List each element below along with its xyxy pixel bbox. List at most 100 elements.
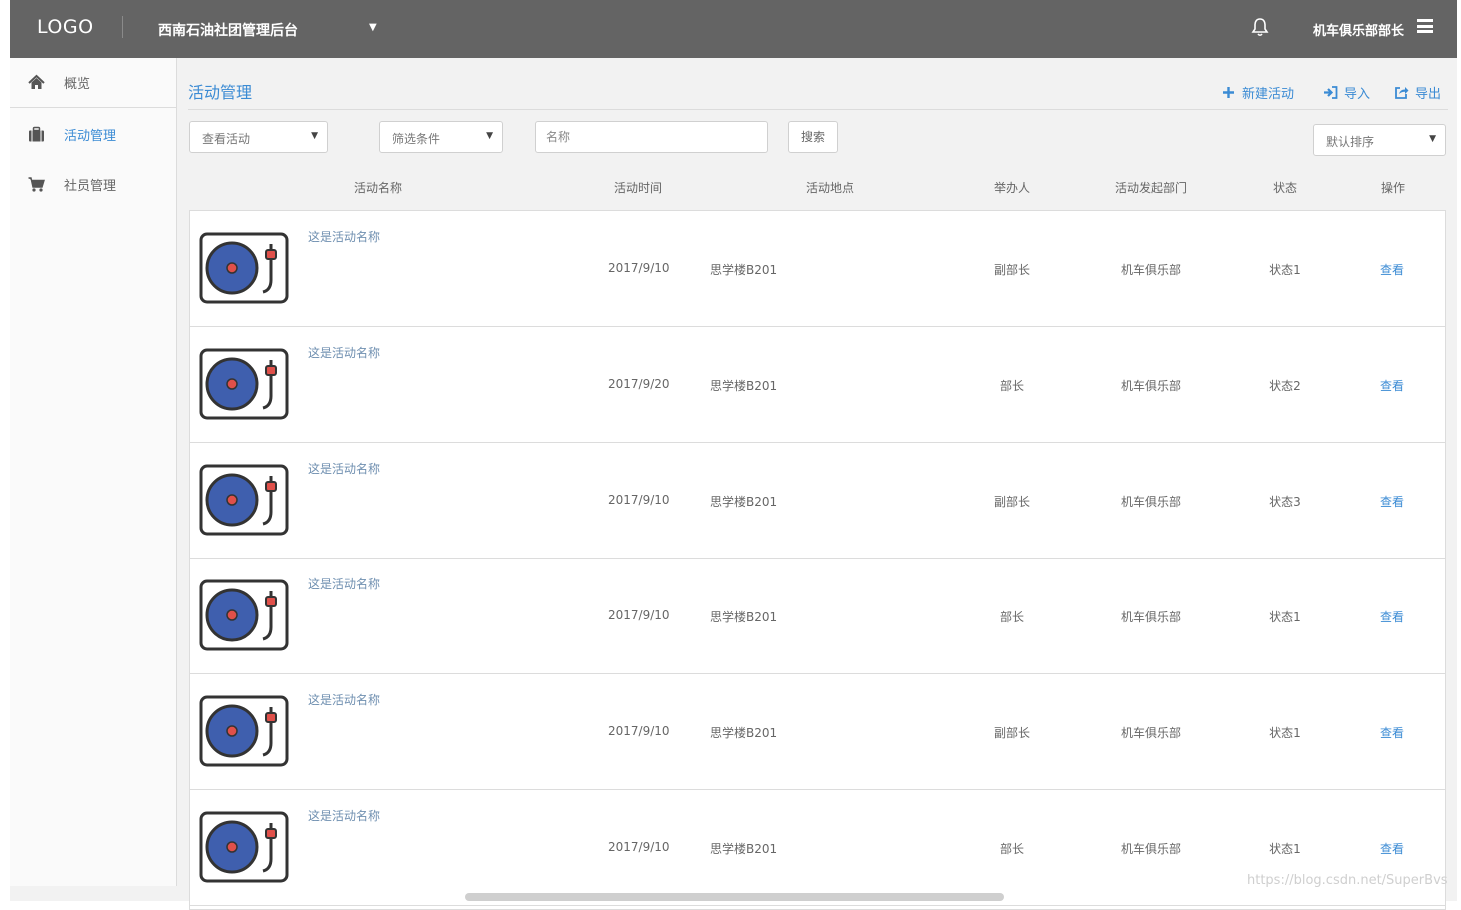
sort-select-value: 默认排序 xyxy=(1326,135,1375,149)
turntable-icon xyxy=(199,695,289,767)
turntable-icon xyxy=(199,348,289,420)
turntable-icon xyxy=(199,464,289,536)
view-link[interactable]: 查看 xyxy=(1380,377,1404,394)
activity-host: 副部长 xyxy=(993,495,1031,509)
app-title[interactable]: 西南石油社团管理后台 xyxy=(158,20,298,40)
activity-place: 思学楼B201 xyxy=(710,610,778,624)
activity-name[interactable]: 这是活动名称 xyxy=(308,691,380,708)
caret-down-icon: ▼ xyxy=(1429,134,1436,144)
activity-host: 部长 xyxy=(999,842,1025,856)
export-label: 导出 xyxy=(1415,87,1442,102)
briefcase-icon xyxy=(29,126,44,141)
new-activity-label: 新建活动 xyxy=(1242,87,1295,102)
activity-host: 部长 xyxy=(999,610,1025,624)
activity-table: 这是活动名称 2017/9/10 思学楼B201 副部长 机车俱乐部 状态1 查… xyxy=(189,210,1446,910)
bell-icon[interactable] xyxy=(1251,17,1269,37)
export-button[interactable]: 导出 xyxy=(1394,83,1441,102)
filter-condition-select-value: 筛选条件 xyxy=(392,132,441,146)
activity-place: 思学楼B201 xyxy=(710,495,778,509)
activity-place: 思学楼B201 xyxy=(710,842,778,856)
sidebar-item-label: 活动管理 xyxy=(64,128,117,144)
caret-down-icon[interactable]: ▼ xyxy=(369,22,377,33)
view-link[interactable]: 查看 xyxy=(1380,261,1404,278)
import-button[interactable]: 导入 xyxy=(1323,83,1370,102)
sidebar-item-members[interactable]: 社员管理 xyxy=(10,159,176,209)
column-header-place[interactable]: 活动地点 xyxy=(806,179,854,196)
horizontal-scrollbar[interactable] xyxy=(465,893,1004,901)
activity-date: 2017/9/10 xyxy=(608,724,670,738)
sidebar-item-label: 社员管理 xyxy=(64,178,117,194)
activity-name[interactable]: 这是活动名称 xyxy=(308,344,380,361)
activity-place: 思学楼B201 xyxy=(710,379,778,393)
activity-status: 状态3 xyxy=(1269,495,1301,509)
hamburger-menu-icon[interactable] xyxy=(1417,19,1433,33)
activity-status: 状态1 xyxy=(1269,610,1301,624)
activity-host: 部长 xyxy=(999,379,1025,393)
activity-name[interactable]: 这是活动名称 xyxy=(308,228,380,245)
column-header-status[interactable]: 状态 xyxy=(1273,179,1297,196)
view-link[interactable]: 查看 xyxy=(1380,608,1404,625)
table-row: 这是活动名称 2017/9/10 思学楼B201 副部长 机车俱乐部 状态1 查… xyxy=(190,674,1445,790)
table-row: 这是活动名称 2017/9/10 思学楼B201 部长 机车俱乐部 状态1 查看 xyxy=(190,790,1445,906)
view-activity-select-value: 查看活动 xyxy=(202,132,251,146)
view-link[interactable]: 查看 xyxy=(1380,840,1404,857)
turntable-icon xyxy=(199,232,289,304)
table-row: 这是活动名称 2017/9/10 思学楼B201 副部长 机车俱乐部 状态3 查… xyxy=(190,443,1445,559)
activity-date: 2017/9/10 xyxy=(608,261,670,275)
activity-status: 状态1 xyxy=(1269,726,1301,740)
activity-department: 机车俱乐部 xyxy=(1120,726,1182,740)
activity-name[interactable]: 这是活动名称 xyxy=(308,575,380,592)
sidebar-item-overview[interactable]: 概览 xyxy=(10,58,176,108)
activity-host: 副部长 xyxy=(993,726,1031,740)
home-icon xyxy=(28,74,45,89)
sidebar-item-activities[interactable]: 活动管理 xyxy=(10,109,176,159)
column-header-host[interactable]: 举办人 xyxy=(994,179,1030,196)
search-button[interactable]: 搜索 xyxy=(788,121,838,153)
activity-place: 思学楼B201 xyxy=(710,726,778,740)
activity-department: 机车俱乐部 xyxy=(1120,495,1182,509)
column-header-actions[interactable]: 操作 xyxy=(1381,179,1405,196)
filter-condition-select[interactable]: 筛选条件 ▼ xyxy=(379,121,503,153)
sidebar-item-label: 概览 xyxy=(64,77,91,92)
turntable-icon xyxy=(199,811,289,883)
view-link[interactable]: 查看 xyxy=(1380,724,1404,741)
turntable-icon xyxy=(199,579,289,651)
view-link[interactable]: 查看 xyxy=(1380,493,1404,510)
plus-icon xyxy=(1223,87,1234,98)
activity-status: 状态1 xyxy=(1269,263,1301,277)
activity-date: 2017/9/10 xyxy=(608,493,670,507)
activity-department: 机车俱乐部 xyxy=(1120,379,1182,393)
activity-name[interactable]: 这是活动名称 xyxy=(308,460,380,477)
user-name[interactable]: 机车俱乐部部长 xyxy=(1313,20,1404,39)
column-header-department[interactable]: 活动发起部门 xyxy=(1115,179,1187,196)
caret-down-icon: ▼ xyxy=(486,131,493,141)
sort-select[interactable]: 默认排序 ▼ xyxy=(1313,124,1446,156)
page-title: 活动管理 xyxy=(188,83,253,102)
activity-host: 副部长 xyxy=(993,263,1031,277)
logo[interactable]: LOGO xyxy=(37,16,94,38)
activity-date: 2017/9/10 xyxy=(608,840,670,854)
table-row: 这是活动名称 2017/9/20 思学楼B201 部长 机车俱乐部 状态2 查看 xyxy=(190,327,1445,443)
activity-date: 2017/9/20 xyxy=(608,377,670,391)
activity-status: 状态1 xyxy=(1269,842,1301,856)
column-header-time[interactable]: 活动时间 xyxy=(614,179,662,196)
share-square-icon xyxy=(1395,87,1409,99)
watermark: https://blog.csdn.net/SuperBvs xyxy=(1247,873,1448,888)
view-activity-select[interactable]: 查看活动 ▼ xyxy=(189,121,328,153)
caret-down-icon: ▼ xyxy=(311,131,318,141)
header-divider xyxy=(122,16,123,38)
activity-department: 机车俱乐部 xyxy=(1120,842,1182,856)
cart-icon xyxy=(28,176,45,192)
sign-in-icon xyxy=(1324,86,1338,99)
new-activity-button[interactable]: 新建活动 xyxy=(1221,83,1294,102)
table-row: 这是活动名称 2017/9/10 思学楼B201 部长 机车俱乐部 状态1 查看 xyxy=(190,558,1445,674)
activity-name[interactable]: 这是活动名称 xyxy=(308,807,380,824)
activity-department: 机车俱乐部 xyxy=(1120,610,1182,624)
name-search-input[interactable] xyxy=(535,121,768,153)
title-divider xyxy=(188,109,1448,110)
activity-place: 思学楼B201 xyxy=(710,263,778,277)
app-frame: LOGO 西南石油社团管理后台 ▼ 机车俱乐部部长 概览 活动管理 社员管理 活… xyxy=(10,0,1457,910)
table-row: 这是活动名称 2017/9/10 思学楼B201 副部长 机车俱乐部 状态1 查… xyxy=(190,211,1445,327)
activity-department: 机车俱乐部 xyxy=(1120,263,1182,277)
column-header-name[interactable]: 活动名称 xyxy=(354,179,402,196)
